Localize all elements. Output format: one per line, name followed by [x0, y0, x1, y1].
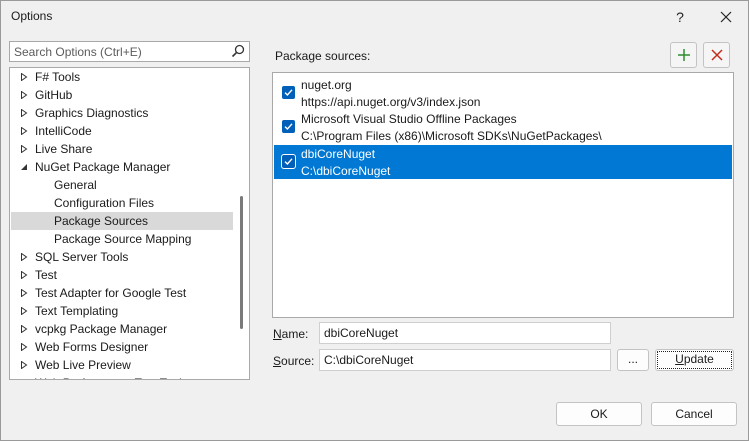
tree-item[interactable]: Text Templating [11, 302, 233, 320]
tree-item-label: IntelliCode [35, 124, 92, 138]
source-label: Source: [273, 354, 314, 368]
source-field[interactable]: C:\dbiCoreNuget [319, 349, 611, 371]
tree-item-label: General [54, 178, 97, 192]
tree-item-label: Web Forms Designer [35, 340, 149, 354]
tree-item[interactable]: Package Sources [11, 212, 233, 230]
source-name: dbiCoreNuget [301, 147, 376, 161]
tree-item-label: Web Performance Test Tools [35, 374, 188, 379]
tree-item-label: Configuration Files [54, 196, 155, 210]
source-name: Microsoft Visual Studio Offline Packages [301, 112, 517, 126]
collapsed-arrow-icon[interactable] [20, 289, 28, 297]
name-label-text: ame: [281, 327, 309, 341]
collapsed-arrow-icon[interactable] [20, 109, 28, 117]
remove-icon [710, 49, 723, 61]
tree-item[interactable]: NuGet Package Manager [11, 158, 233, 176]
search-placeholder: Search Options (Ctrl+E) [14, 45, 142, 59]
package-sources-label: Package sources: [275, 49, 371, 63]
tree-item[interactable]: Test [11, 266, 233, 284]
source-url: https://api.nuget.org/v3/index.json [301, 95, 481, 109]
remove-source-button[interactable] [703, 42, 730, 68]
help-button[interactable]: ? [665, 5, 695, 29]
collapsed-arrow-icon[interactable] [20, 91, 28, 99]
package-source-item[interactable]: dbiCoreNuget C:\dbiCoreNuget [274, 145, 732, 179]
package-sources-list[interactable]: nuget.org https://api.nuget.org/v3/index.… [272, 72, 734, 318]
tree-item-label: Graphics Diagnostics [35, 106, 149, 120]
source-name: nuget.org [301, 78, 352, 92]
tree-item[interactable]: General [11, 176, 233, 194]
package-source-item[interactable]: nuget.org https://api.nuget.org/v3/index.… [274, 76, 732, 110]
tree-item[interactable]: Web Forms Designer [11, 338, 233, 356]
tree-item-label: NuGet Package Manager [35, 160, 171, 174]
source-enabled-checkbox[interactable] [282, 155, 295, 168]
tree-item[interactable]: GitHub [11, 86, 233, 104]
name-label-mnemonic: N [273, 327, 282, 341]
options-tree[interactable]: F# Tools GitHub Graphics Diagnostics Intell… [9, 67, 250, 380]
source-url: C:\Program Files (x86)\Microsoft SDKs\Nu… [301, 129, 602, 143]
tree-item[interactable]: Live Share [11, 140, 233, 158]
update-button[interactable]: Update [655, 349, 734, 371]
search-options-box[interactable]: Search Options (Ctrl+E) [9, 41, 250, 62]
checkmark-icon [284, 158, 293, 166]
options-dialog: Options ? Search Options (Ctrl+E) F# Too… [0, 0, 749, 441]
name-label: Name: [273, 327, 308, 341]
package-source-item[interactable]: Microsoft Visual Studio Offline Packages… [274, 110, 732, 144]
update-label-text: pdate [683, 352, 714, 366]
collapsed-arrow-icon[interactable] [20, 343, 28, 351]
tree-item-label: Package Source Mapping [54, 232, 192, 246]
expanded-arrow-icon[interactable] [20, 163, 28, 171]
collapsed-arrow-icon[interactable] [20, 73, 28, 81]
tree-item[interactable]: Configuration Files [11, 194, 233, 212]
browse-button[interactable]: ... [617, 349, 649, 371]
plus-icon [677, 49, 690, 61]
tree-item-label: SQL Server Tools [35, 250, 129, 264]
source-enabled-checkbox[interactable] [282, 86, 295, 99]
tree-item[interactable]: Web Live Preview [11, 356, 233, 374]
collapsed-arrow-icon[interactable] [20, 325, 28, 333]
source-enabled-checkbox[interactable] [282, 120, 295, 133]
close-button[interactable] [711, 5, 741, 29]
collapsed-arrow-icon[interactable] [20, 379, 28, 380]
title-bar: Options ? [1, 1, 748, 33]
close-icon [720, 11, 732, 23]
tree-item[interactable]: Package Source Mapping [11, 230, 233, 248]
tree-item[interactable]: Web Performance Test Tools [11, 374, 233, 380]
tree-item[interactable]: F# Tools [11, 68, 233, 86]
tree-item-label: Web Live Preview [35, 358, 131, 372]
collapsed-arrow-icon[interactable] [20, 361, 28, 369]
tree-item-label: vcpkg Package Manager [35, 322, 168, 336]
collapsed-arrow-icon[interactable] [20, 307, 28, 315]
tree-item[interactable]: vcpkg Package Manager [11, 320, 233, 338]
collapsed-arrow-icon[interactable] [20, 253, 28, 261]
tree-item-label: F# Tools [35, 70, 81, 84]
tree-item[interactable]: Test Adapter for Google Test [11, 284, 233, 302]
tree-item[interactable]: Graphics Diagnostics [11, 104, 233, 122]
tree-item[interactable]: IntelliCode [11, 122, 233, 140]
dialog-title: Options [11, 9, 53, 23]
tree-scrollbar-thumb[interactable] [240, 196, 243, 329]
tree-item-label: Text Templating [35, 304, 119, 318]
collapsed-arrow-icon[interactable] [20, 271, 28, 279]
name-field[interactable]: dbiCoreNuget [319, 322, 611, 344]
cancel-button[interactable]: Cancel [651, 402, 737, 426]
checkmark-icon [284, 89, 293, 97]
collapsed-arrow-icon[interactable] [20, 145, 28, 153]
add-source-button[interactable] [670, 42, 697, 68]
checkmark-icon [284, 123, 293, 131]
tree-item-label: Live Share [35, 142, 93, 156]
collapsed-arrow-icon[interactable] [20, 127, 28, 135]
tree-item-label: Test [35, 268, 58, 282]
tree-item-label: Package Sources [54, 214, 149, 228]
source-url: C:\dbiCoreNuget [301, 164, 391, 178]
source-label-mnemonic: S [273, 354, 282, 368]
tree-item-label: GitHub [35, 88, 73, 102]
search-icon[interactable] [230, 43, 246, 59]
tree-item[interactable]: SQL Server Tools [11, 248, 233, 266]
tree-item-label: Test Adapter for Google Test [35, 286, 187, 300]
source-label-text: ource: [281, 354, 315, 368]
ok-button[interactable]: OK [556, 402, 642, 426]
update-label-mnemonic: U [675, 352, 684, 366]
